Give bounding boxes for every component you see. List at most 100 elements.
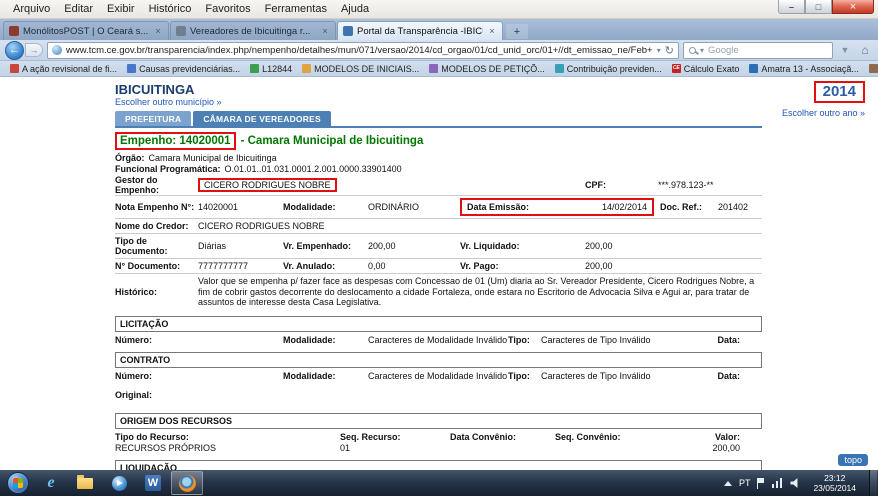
bookmark-label: MODELOS DE INICIAIS...: [314, 64, 419, 74]
bookmark-item[interactable]: Como abrir uma igreja...: [864, 64, 878, 74]
url-bar[interactable]: www.tcm.ce.gov.br/transparencia/index.ph…: [47, 42, 679, 59]
historico-label: Histórico:: [115, 287, 198, 297]
numero-documento-label: N° Documento:: [115, 261, 198, 271]
forward-button[interactable]: [25, 43, 43, 57]
orgao-label: Órgão:: [115, 153, 145, 163]
search-box[interactable]: Google: [683, 42, 833, 59]
bookmark-item[interactable]: Causas previdenciárias...: [122, 64, 245, 74]
origem-value-row: RECURSOS PRÓPRIOS 01 200,00: [115, 443, 762, 454]
menu-arquivo[interactable]: Arquivo: [6, 2, 57, 16]
browser-navigation-bar: www.tcm.ce.gov.br/transparencia/index.ph…: [0, 40, 878, 61]
funcional-row: Funcional Programática:O.01.01..01.031.0…: [115, 164, 762, 175]
taskbar-media-player-icon[interactable]: [103, 471, 135, 495]
tipo-documento-label: Tipo de Documento:: [115, 236, 198, 256]
action-center-flag-icon[interactable]: [757, 478, 765, 489]
table-row-nota: Nota Empenho N°: 14020001 Modalidade: OR…: [115, 195, 762, 218]
volume-icon[interactable]: [790, 478, 800, 488]
orgao-value: Camara Municipal de Ibicuitinga: [149, 153, 277, 163]
taskbar-clock[interactable]: 23:12 23/05/2014: [807, 473, 862, 493]
funcional-label: Funcional Programática:: [115, 164, 221, 174]
bookmark-favicon: [869, 64, 878, 73]
firefox-icon: [179, 475, 196, 492]
close-button[interactable]: [832, 0, 874, 14]
origem-section-header: ORIGEM DOS RECURSOS: [115, 413, 762, 429]
contrato-tipo-value: Caracteres de Tipo Inválido: [541, 371, 688, 382]
hidden-icons-chevron-icon[interactable]: [724, 481, 732, 486]
browser-tab-2[interactable]: Vereadores de Ibicuitinga r...: [170, 21, 336, 40]
search-input[interactable]: Google: [708, 45, 739, 56]
contrato-data-label: Data:: [688, 371, 762, 382]
bookmark-item[interactable]: L12844: [245, 64, 297, 74]
browser-menu-bar: Arquivo Editar Exibir Histórico Favorito…: [0, 0, 878, 19]
taskbar: PT 23:12 23/05/2014: [0, 470, 878, 496]
minimize-button[interactable]: [778, 0, 805, 14]
bookmark-label: Cálculo Exato: [684, 64, 740, 74]
contrato-section-header: CONTRATO: [115, 352, 762, 368]
choose-municipality-link[interactable]: Escolher outro município »: [115, 97, 222, 107]
seq-recurso-value: 01: [340, 443, 450, 454]
menu-historico[interactable]: Histórico: [142, 2, 199, 16]
taskbar-firefox-icon[interactable]: [171, 471, 203, 495]
bookmark-item[interactable]: Contribuição previden...: [550, 64, 667, 74]
network-icon[interactable]: [772, 478, 783, 488]
bookmark-label: A ação revisional de fi...: [22, 64, 117, 74]
tab-close-icon[interactable]: [487, 26, 497, 36]
downloads-icon[interactable]: [837, 45, 853, 55]
tab-camara-de-vereadores[interactable]: CÂMARA DE VEREADORES: [193, 111, 331, 126]
nota-value: 14020001: [198, 202, 283, 212]
bookmark-item[interactable]: A ação revisional de fi...: [5, 64, 122, 74]
choose-year-link[interactable]: Escolher outro ano »: [782, 108, 865, 118]
browser-tab-3-active[interactable]: Portal da Transparência -IBICUI...: [337, 21, 503, 40]
menu-favoritos[interactable]: Favoritos: [198, 2, 257, 16]
historico-value: Valor que se empenha p/ fazer face as de…: [198, 276, 762, 308]
taskbar-explorer-icon[interactable]: [69, 471, 101, 495]
entity-tabs: PREFEITURA CÂMARA DE VEREADORES: [115, 111, 762, 128]
empenho-number: Empenho: 14020001: [120, 135, 231, 147]
menu-editar[interactable]: Editar: [57, 2, 100, 16]
doc-ref-label: Doc. Ref.:: [660, 202, 718, 212]
tab-close-icon[interactable]: [153, 26, 163, 36]
bookmark-item[interactable]: MODELOS DE PETIÇÕ...: [424, 64, 550, 74]
topo-link[interactable]: topo: [838, 454, 868, 466]
page-content-area: 2014 Escolher outro ano » IBICUITINGA Es…: [0, 77, 878, 470]
language-indicator[interactable]: PT: [739, 478, 751, 488]
table-row-tipo-documento: Tipo de Documento: Diárias Vr. Empenhado…: [115, 233, 762, 258]
vr-anulado-label: Vr. Anulado:: [283, 261, 368, 271]
menu-exibir[interactable]: Exibir: [100, 2, 142, 16]
folder-icon: [77, 478, 93, 489]
taskbar-ie-icon[interactable]: [35, 471, 67, 495]
search-engine-dropdown-icon[interactable]: [700, 46, 704, 55]
year-area: 2014 Escolher outro ano »: [782, 81, 865, 121]
bookmark-item[interactable]: CECálculo Exato: [667, 64, 745, 74]
tab-prefeitura[interactable]: PREFEITURA: [115, 111, 191, 126]
maximize-button[interactable]: [805, 0, 832, 14]
data-emissao-value: 14/02/2014: [602, 202, 647, 212]
start-button[interactable]: [7, 472, 29, 494]
vr-anulado-value: 0,00: [368, 261, 460, 271]
nota-label: Nota Empenho N°:: [115, 202, 198, 212]
browser-tab-bar: MonólitosPOST | O Ceará s... Vereadores …: [0, 19, 878, 40]
taskbar-word-icon[interactable]: [137, 471, 169, 495]
ie-icon: [47, 474, 54, 492]
bookmark-label: Causas previdenciárias...: [139, 64, 240, 74]
menu-ferramentas[interactable]: Ferramentas: [258, 2, 334, 16]
browser-tab-1[interactable]: MonólitosPOST | O Ceará s...: [3, 21, 169, 40]
bookmark-item[interactable]: Amatra 13 - Associaçã...: [744, 64, 864, 74]
menu-ajuda[interactable]: Ajuda: [334, 2, 376, 16]
valor-label: Valor:: [688, 432, 762, 443]
bookmark-favicon: [749, 64, 758, 73]
vr-pago-label: Vr. Pago:: [460, 261, 585, 271]
back-button[interactable]: [5, 41, 24, 60]
url-text[interactable]: www.tcm.ce.gov.br/transparencia/index.ph…: [66, 45, 653, 56]
contrato-original-row: Original:: [115, 390, 762, 401]
contrato-tipo-label: Tipo:: [508, 371, 541, 382]
contrato-modalidade-label: Modalidade:: [283, 371, 368, 382]
bookmark-item[interactable]: MODELOS DE INICIAIS...: [297, 64, 424, 74]
bookmark-label: L12844: [262, 64, 292, 74]
show-desktop-button[interactable]: [869, 470, 877, 496]
url-dropdown-icon[interactable]: [657, 46, 661, 55]
home-icon[interactable]: [857, 43, 873, 57]
tab-close-icon[interactable]: [320, 26, 330, 36]
new-tab-button[interactable]: [506, 24, 528, 39]
reload-icon[interactable]: [665, 44, 674, 57]
